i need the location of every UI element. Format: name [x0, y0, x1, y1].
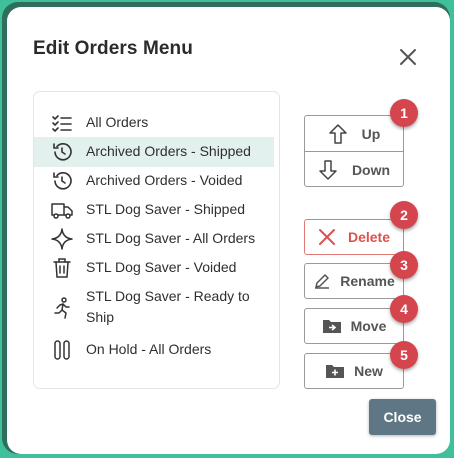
close-button[interactable]: Close: [369, 399, 436, 435]
up-button[interactable]: Up: [305, 116, 403, 151]
list-item-label: Archived Orders - Voided: [86, 172, 243, 188]
delete-label: Delete: [347, 229, 391, 245]
step-badge-1: 1: [390, 99, 418, 127]
checklist-icon: [51, 112, 73, 134]
step-badge-5: 5: [390, 341, 418, 369]
list-item-stl-shipped[interactable]: STL Dog Saver - Shipped: [34, 195, 274, 225]
list-item-label: STL Dog Saver - All Orders: [86, 230, 256, 246]
step-badge-4: 4: [390, 295, 418, 323]
trash-icon: [51, 257, 73, 279]
running-person-icon: [51, 297, 73, 319]
rename-label: Rename: [340, 273, 395, 289]
dialog-title: Edit Orders Menu: [33, 38, 193, 59]
rename-button[interactable]: Rename: [304, 263, 404, 299]
delete-button[interactable]: Delete: [304, 219, 404, 255]
sparkle-icon: [51, 228, 73, 250]
list-item-all-orders[interactable]: All Orders: [34, 108, 274, 138]
step-badge-3: 3: [390, 251, 418, 279]
reorder-button-group: Up Down: [304, 115, 404, 187]
down-label: Down: [351, 161, 391, 178]
edit-orders-dialog: Edit Orders Menu All Orders Archived Ord…: [7, 7, 450, 454]
list-item-label: STL Dog Saver - Voided: [86, 259, 237, 275]
folder-add-icon: [326, 365, 345, 378]
truck-icon: [51, 199, 73, 221]
list-item-stl-all-orders[interactable]: STL Dog Saver - All Orders: [34, 224, 274, 254]
pencil-icon: [315, 274, 330, 289]
new-button[interactable]: New: [304, 353, 404, 389]
orders-menu-list: All Orders Archived Orders - Shipped Arc…: [33, 91, 280, 389]
list-item-label: STL Dog Saver - Ready to Ship: [86, 288, 250, 325]
close-icon: [318, 229, 335, 245]
list-item-label: Archived Orders - Shipped: [86, 143, 251, 159]
new-label: New: [354, 363, 383, 379]
list-item-on-hold[interactable]: On Hold - All Orders: [34, 335, 274, 365]
list-item-stl-ready-to-ship[interactable]: STL Dog Saver - Ready to Ship: [34, 282, 274, 336]
list-item-label: All Orders: [86, 114, 149, 130]
history-icon: [51, 141, 73, 163]
list-item-archived-voided[interactable]: Archived Orders - Voided: [34, 166, 274, 196]
history-icon: [51, 170, 73, 192]
move-button[interactable]: Move: [304, 308, 404, 344]
up-label: Up: [361, 125, 381, 142]
pause-icon: [51, 339, 73, 361]
list-item-label: STL Dog Saver - Shipped: [86, 201, 246, 217]
list-item-archived-shipped[interactable]: Archived Orders - Shipped: [34, 137, 274, 167]
list-item-label: On Hold - All Orders: [86, 341, 212, 357]
step-badge-2: 2: [390, 201, 418, 229]
list-item-stl-voided[interactable]: STL Dog Saver - Voided: [34, 253, 274, 283]
down-button[interactable]: Down: [305, 152, 403, 187]
arrow-up-icon: [328, 123, 347, 144]
move-label: Move: [350, 318, 387, 334]
dialog-frame: Edit Orders Menu All Orders Archived Ord…: [2, 2, 450, 454]
folder-move-icon: [322, 320, 341, 333]
close-icon[interactable]: [396, 45, 420, 69]
arrow-down-icon: [319, 159, 337, 180]
